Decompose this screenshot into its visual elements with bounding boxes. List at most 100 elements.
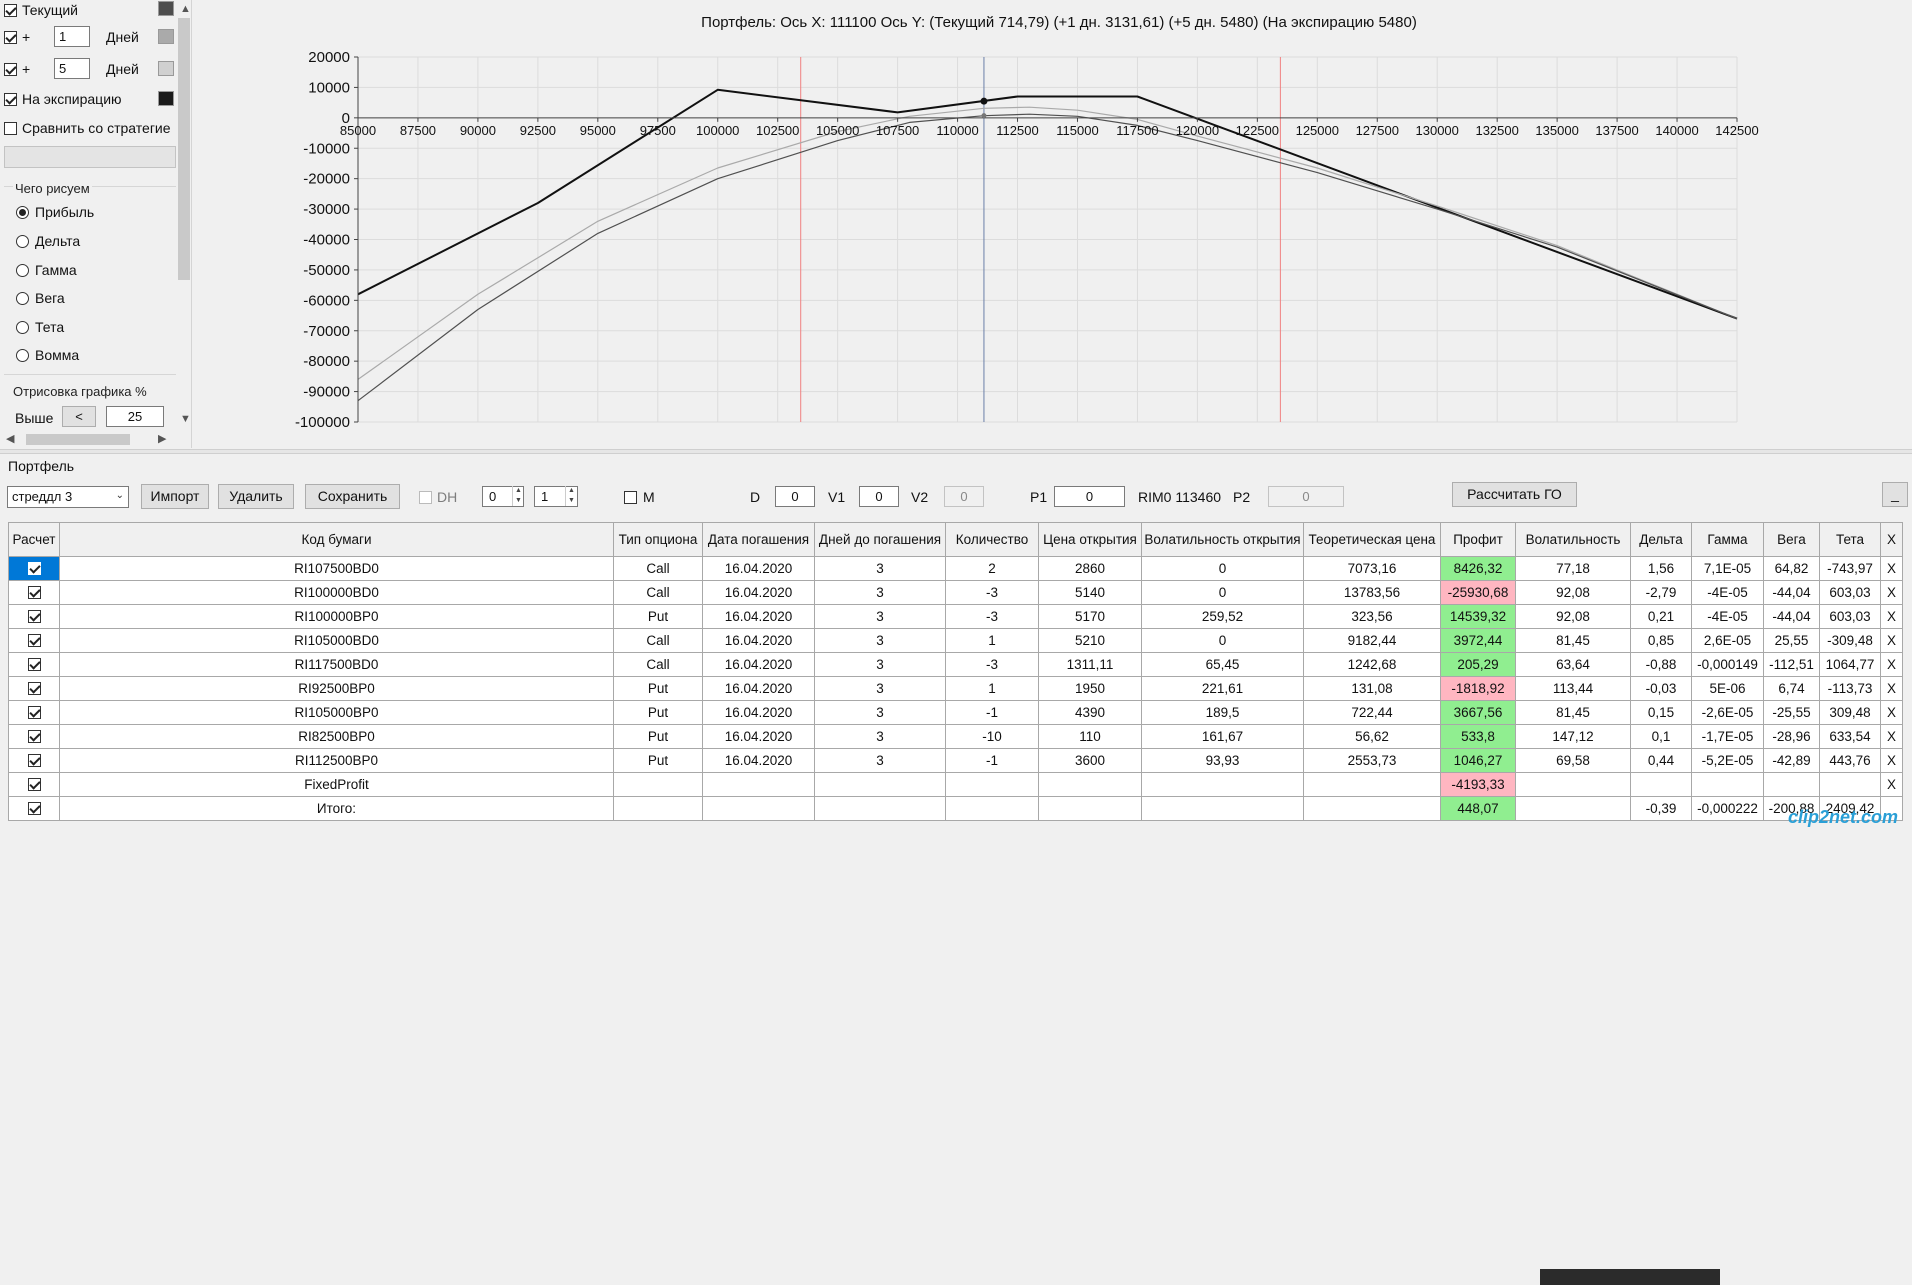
scroll-left-icon[interactable]: ◀ xyxy=(6,432,14,446)
column-header[interactable]: Дельта xyxy=(1630,522,1692,557)
column-header[interactable]: Тип опциона xyxy=(613,522,703,557)
table-row[interactable]: RI117500BD0 Call 16.04.2020 3 -3 1311,11 65,45… xyxy=(8,652,1903,677)
curve-expiration-row[interactable]: На экспирацию xyxy=(4,88,122,110)
draw-option-delta-radio[interactable] xyxy=(16,234,29,248)
d-input[interactable]: 0 xyxy=(775,486,815,507)
calc-cell[interactable] xyxy=(8,772,60,797)
spin-2-arrows[interactable]: ▲ ▼ xyxy=(565,486,577,507)
horizontal-scroll-thumb[interactable] xyxy=(26,434,130,445)
draw-option-gamma[interactable]: Гамма xyxy=(16,259,77,281)
calc-cell[interactable] xyxy=(8,724,60,749)
curve-plus1-color-swatch[interactable] xyxy=(158,29,174,44)
save-button[interactable]: Сохранить xyxy=(305,484,400,509)
curve-current-row[interactable]: Текущий xyxy=(4,0,78,21)
draw-option-profit-radio[interactable] xyxy=(16,205,29,219)
draw-option-vega-radio[interactable] xyxy=(16,291,29,305)
delete-row-button[interactable]: X xyxy=(1880,676,1903,701)
calc-cell[interactable] xyxy=(8,700,60,725)
column-header[interactable]: Количество xyxy=(945,522,1039,557)
table-row[interactable]: Итого: 448,07 -0,39 -0,000222 -200,88 2409,42 xyxy=(8,796,1903,821)
above-decrease-button[interactable]: < xyxy=(62,406,96,427)
curve-plus5-checkbox[interactable] xyxy=(4,62,17,76)
draw-option-delta[interactable]: Дельта xyxy=(16,230,80,252)
delete-row-button[interactable]: X xyxy=(1880,556,1903,581)
pnl-chart-area[interactable]: Портфель: Ось X: 111100 Ось Y: (Текущий … xyxy=(192,0,1912,448)
calc-checkbox[interactable] xyxy=(27,754,41,767)
table-row[interactable]: RI105000BP0 Put 16.04.2020 3 -1 4390 189,5 722,… xyxy=(8,700,1903,725)
delete-row-button[interactable]: X xyxy=(1880,580,1903,605)
spin-down-icon[interactable]: ▼ xyxy=(512,496,524,506)
column-header[interactable]: Вега xyxy=(1763,522,1820,557)
calc-checkbox[interactable] xyxy=(27,706,41,719)
draw-option-profit[interactable]: Прибыль xyxy=(16,201,94,223)
scroll-right-icon[interactable]: ▶ xyxy=(158,432,166,446)
column-header[interactable]: Код бумаги xyxy=(59,522,614,557)
delete-row-button[interactable]: X xyxy=(1880,628,1903,653)
calc-cell[interactable] xyxy=(8,580,60,605)
column-header[interactable]: Волатильность xyxy=(1515,522,1631,557)
table-row[interactable]: RI112500BP0 Put 16.04.2020 3 -1 3600 93,93 2553… xyxy=(8,748,1903,773)
left-panel-horizontal-scrollbar[interactable]: ◀ ▶ xyxy=(0,431,176,447)
column-header[interactable]: Профит xyxy=(1440,522,1516,557)
spin-up-icon[interactable]: ▲ xyxy=(565,486,577,496)
calc-cell[interactable] xyxy=(8,796,60,821)
column-header[interactable]: Цена открытия xyxy=(1038,522,1142,557)
curve-plus5-color-swatch[interactable] xyxy=(158,61,174,76)
delete-row-button[interactable]: X xyxy=(1880,604,1903,629)
column-header[interactable]: Дата погашения xyxy=(702,522,815,557)
scroll-down-icon[interactable]: ▼ xyxy=(180,412,191,426)
draw-option-vomma-radio[interactable] xyxy=(16,348,29,362)
calc-checkbox[interactable] xyxy=(27,586,41,599)
curve-current-checkbox[interactable] xyxy=(4,3,17,17)
draw-option-theta-radio[interactable] xyxy=(16,320,29,334)
draw-option-vega[interactable]: Вега xyxy=(16,287,65,309)
calc-checkbox[interactable] xyxy=(27,658,41,671)
calc-checkbox[interactable] xyxy=(27,682,41,695)
curve-expiration-checkbox[interactable] xyxy=(4,92,17,106)
table-row[interactable]: FixedProfit -4193,33 X xyxy=(8,772,1903,797)
table-row[interactable]: RI92500BP0 Put 16.04.2020 3 1 1950 221,61 131,0… xyxy=(8,676,1903,701)
draw-option-gamma-radio[interactable] xyxy=(16,263,29,277)
left-panel-vertical-scrollbar[interactable]: ▲ ▼ xyxy=(176,0,191,431)
vertical-scroll-thumb[interactable] xyxy=(178,18,190,280)
v2-input[interactable]: 0 xyxy=(944,486,984,507)
m-checkbox[interactable] xyxy=(624,491,637,504)
dh-checkbox[interactable] xyxy=(419,491,432,504)
table-row[interactable]: RI100000BP0 Put 16.04.2020 3 -3 5170 259,52 323… xyxy=(8,604,1903,629)
column-header[interactable]: Дней до погашения xyxy=(814,522,946,557)
table-row[interactable]: RI82500BP0 Put 16.04.2020 3 -10 110 161,67 56,6… xyxy=(8,724,1903,749)
column-header[interactable]: Расчет xyxy=(8,522,60,557)
calc-checkbox[interactable] xyxy=(27,802,41,815)
compare-strategy-row[interactable]: Сравнить со стратегие xyxy=(4,117,171,139)
calc-checkbox[interactable] xyxy=(27,778,41,791)
curve-plus5-row[interactable]: + xyxy=(4,58,30,80)
scroll-up-icon[interactable]: ▲ xyxy=(180,2,191,16)
strategy-select[interactable]: стреддл 3 ⌄ xyxy=(7,486,129,508)
delete-row-button[interactable]: X xyxy=(1880,724,1903,749)
positions-table[interactable]: Расчет Код бумаги Тип опциона Дата погашени… xyxy=(8,522,1903,821)
above-percent-input[interactable]: 25 xyxy=(106,406,164,427)
curve-current-color-swatch[interactable] xyxy=(158,1,174,16)
table-row[interactable]: RI107500BD0 Call 16.04.2020 3 2 2860 0 7073,16 8… xyxy=(8,556,1903,581)
calc-cell[interactable] xyxy=(8,556,60,581)
delete-row-button[interactable]: X xyxy=(1880,652,1903,677)
delete-row-button[interactable]: X xyxy=(1880,700,1903,725)
v1-input[interactable]: 0 xyxy=(859,486,899,507)
table-row[interactable]: RI105000BD0 Call 16.04.2020 3 1 5210 0 9182,44 3… xyxy=(8,628,1903,653)
table-row[interactable]: RI100000BD0 Call 16.04.2020 3 -3 5140 0 13783,5… xyxy=(8,580,1903,605)
spin-1-arrows[interactable]: ▲ ▼ xyxy=(512,486,524,507)
draw-option-theta[interactable]: Тета xyxy=(16,316,64,338)
chevron-down-icon[interactable]: ⌄ xyxy=(116,487,124,505)
column-header[interactable]: X xyxy=(1880,522,1903,557)
calc-checkbox[interactable] xyxy=(27,610,41,623)
delete-row-button[interactable]: X xyxy=(1880,748,1903,773)
spin-down-icon[interactable]: ▼ xyxy=(565,496,577,506)
calc-cell[interactable] xyxy=(8,676,60,701)
calc-cell[interactable] xyxy=(8,748,60,773)
draw-option-vomma[interactable]: Вомма xyxy=(16,344,79,366)
import-button[interactable]: Импорт xyxy=(141,484,209,509)
column-header[interactable]: Волатильность открытия xyxy=(1141,522,1304,557)
calc-checkbox[interactable] xyxy=(27,562,41,575)
curve-plus5-days-input[interactable]: 5 xyxy=(54,58,90,79)
compare-strategy-checkbox[interactable] xyxy=(4,121,17,135)
